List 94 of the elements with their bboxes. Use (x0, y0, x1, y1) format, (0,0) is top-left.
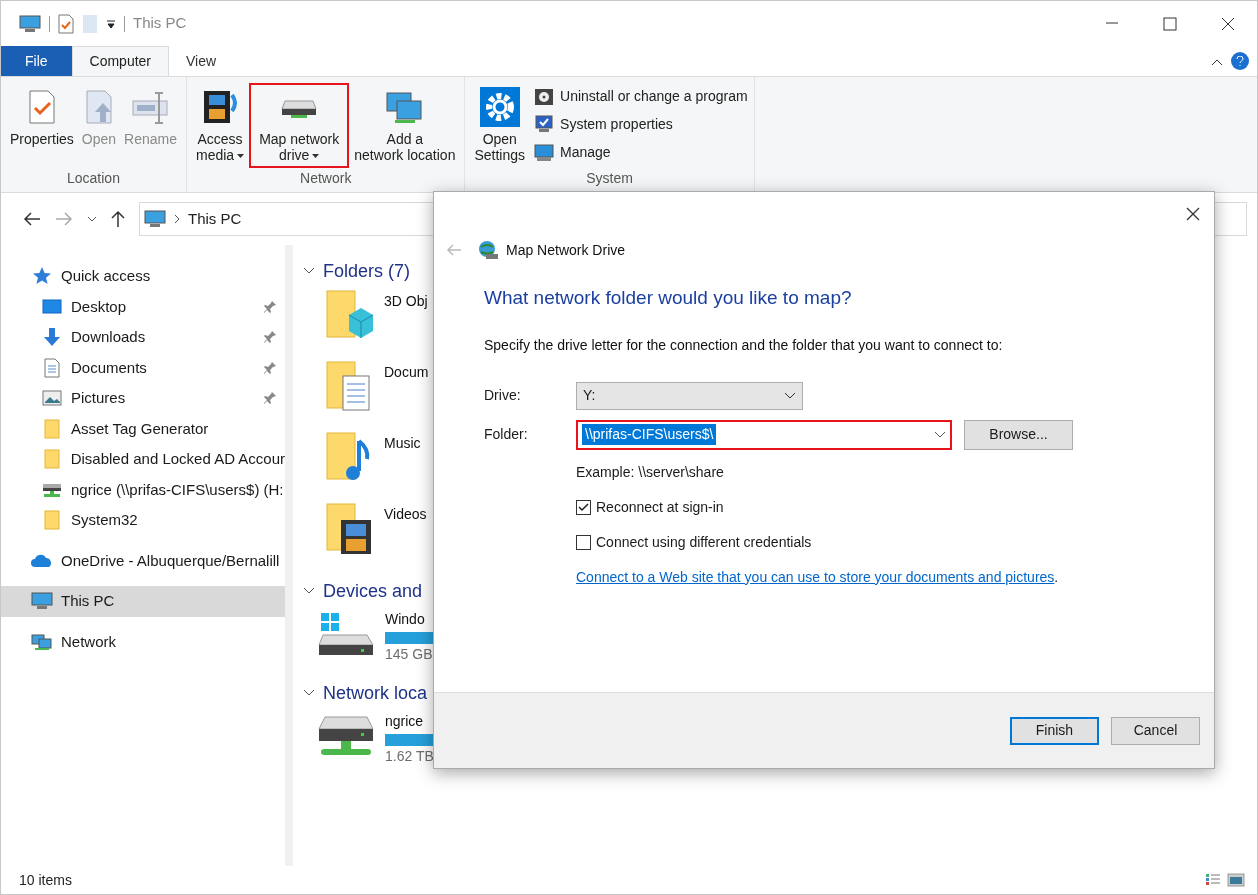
nav-item[interactable]: OneDrive - Albuquerque/Bernalill (1, 545, 285, 576)
network-monitors-icon (31, 632, 53, 651)
folder-combobox[interactable]: \\prifas-CIFS\users$\ (576, 419, 952, 450)
period-text: . (1054, 567, 1059, 587)
globe-drive-icon (478, 240, 498, 260)
instruction-text: Specify the drive letter for the connection and the folder that you want to connect to: (484, 335, 1004, 355)
group-label: System (585, 169, 634, 188)
nav-item[interactable]: This PC (1, 586, 285, 617)
chevron-down-icon[interactable] (87, 216, 97, 222)
ribbon-button[interactable]: Open Settings (471, 83, 529, 168)
picture-icon (42, 389, 62, 408)
drive-free-space: 1.62 TB (385, 747, 435, 766)
checkmark-icon (578, 502, 589, 512)
item-count: 10 items (19, 870, 73, 890)
nav-item[interactable]: Quick access (1, 261, 285, 292)
ribbon-button[interactable]: Manage (534, 141, 748, 163)
usage-bar (385, 632, 435, 644)
ribbon-button[interactable]: Access media (193, 83, 248, 168)
chevron-right-icon[interactable] (174, 214, 180, 224)
up-arrow-icon[interactable] (111, 210, 125, 228)
nav-item[interactable]: Network (1, 626, 285, 657)
checkbox-label: Connect using different credentials (596, 532, 812, 552)
breadcrumb-item[interactable]: This PC (188, 207, 242, 231)
nav-item[interactable]: Downloads (1, 322, 285, 353)
computer-icon (534, 142, 555, 162)
group-label: Network (299, 169, 353, 188)
computer-icon (144, 210, 166, 228)
checkbox-label: Reconnect at sign-in (596, 497, 724, 517)
field-label: Drive: (484, 386, 522, 405)
document-icon (43, 357, 61, 378)
section-header[interactable]: Network loca (323, 679, 428, 707)
chevron-down-icon (784, 391, 796, 400)
nav-item[interactable]: Documents (1, 352, 285, 383)
example-text: Example: \\server\share (576, 462, 725, 482)
nav-item[interactable]: ngrice (\\prifas-CIFS\users$) (H: (1, 474, 285, 505)
nav-item[interactable]: Disabled and Locked AD Accour (1, 444, 285, 475)
pin-icon (263, 360, 277, 375)
disc-box-icon (534, 86, 555, 106)
ribbon-button[interactable]: Uninstall or change a program (534, 85, 748, 107)
back-arrow-icon[interactable] (23, 212, 41, 226)
close-icon[interactable] (1186, 207, 1200, 221)
ribbon-tab[interactable]: View (169, 46, 234, 76)
computer-icon (31, 592, 53, 611)
dialog-button[interactable]: Finish (1010, 716, 1099, 745)
drive-dropdown[interactable]: Y: (576, 381, 803, 410)
help-icon[interactable] (1236, 56, 1244, 66)
settings-icon (479, 87, 520, 127)
monitors-icon (384, 89, 425, 125)
nav-item[interactable]: System32 (1, 505, 285, 536)
browse-button[interactable]: Browse... (964, 419, 1073, 450)
dialog-heading: What network folder would you like to map? (484, 286, 853, 310)
chevron-down-icon (934, 430, 946, 439)
folder-icon (43, 418, 61, 439)
checklist-icon[interactable] (58, 13, 74, 34)
collapse-ribbon-icon[interactable] (1211, 58, 1223, 66)
window-title: This PC (133, 13, 188, 34)
drive-free-space: 145 GB (385, 645, 434, 664)
ribbon-button[interactable]: System properties (534, 113, 748, 135)
ribbon-button[interactable]: Map network drive (249, 83, 350, 168)
field-label: Folder: (484, 425, 529, 444)
pin-icon (263, 299, 277, 314)
usage-bar (385, 734, 435, 746)
ribbon-tab[interactable]: Computer (71, 46, 170, 76)
checkbox[interactable] (576, 499, 591, 515)
close-icon[interactable] (1220, 15, 1236, 32)
chevron-down-icon[interactable] (303, 267, 315, 275)
nav-item[interactable]: Asset Tag Generator (1, 413, 285, 444)
details-view-icon[interactable] (1205, 873, 1221, 887)
dialog-title: Map Network Drive (506, 240, 626, 260)
chevron-down-icon[interactable] (303, 587, 315, 595)
group-label: Location (66, 169, 121, 188)
monitor-check-icon (534, 114, 555, 134)
section-header[interactable]: Folders (7) (323, 257, 411, 285)
checkbox[interactable] (576, 534, 591, 550)
dialog-button[interactable]: Cancel (1111, 716, 1200, 745)
pin-icon (263, 330, 277, 344)
large-icons-view-icon[interactable] (1227, 873, 1245, 887)
folder-icon (43, 510, 61, 531)
chevron-down-icon[interactable] (303, 689, 315, 697)
desktop-icon (42, 297, 62, 316)
dropdown-icon[interactable] (106, 18, 116, 29)
file-tab[interactable]: File (1, 46, 72, 76)
maximize-icon[interactable] (1162, 15, 1178, 32)
folder-icon (42, 449, 61, 470)
cloud-icon (30, 552, 54, 569)
computer-icon (19, 14, 41, 33)
nav-item[interactable]: Desktop (1, 291, 285, 322)
download-arrow-icon (42, 327, 62, 348)
nav-item[interactable]: Pictures (1, 383, 285, 414)
pin-icon (263, 391, 277, 405)
rename-field-icon (130, 89, 171, 125)
ribbon-button[interactable]: Add a network location (351, 83, 459, 168)
ribbon-button[interactable]: Properties (7, 83, 77, 168)
section-header[interactable]: Devices and (323, 577, 423, 605)
